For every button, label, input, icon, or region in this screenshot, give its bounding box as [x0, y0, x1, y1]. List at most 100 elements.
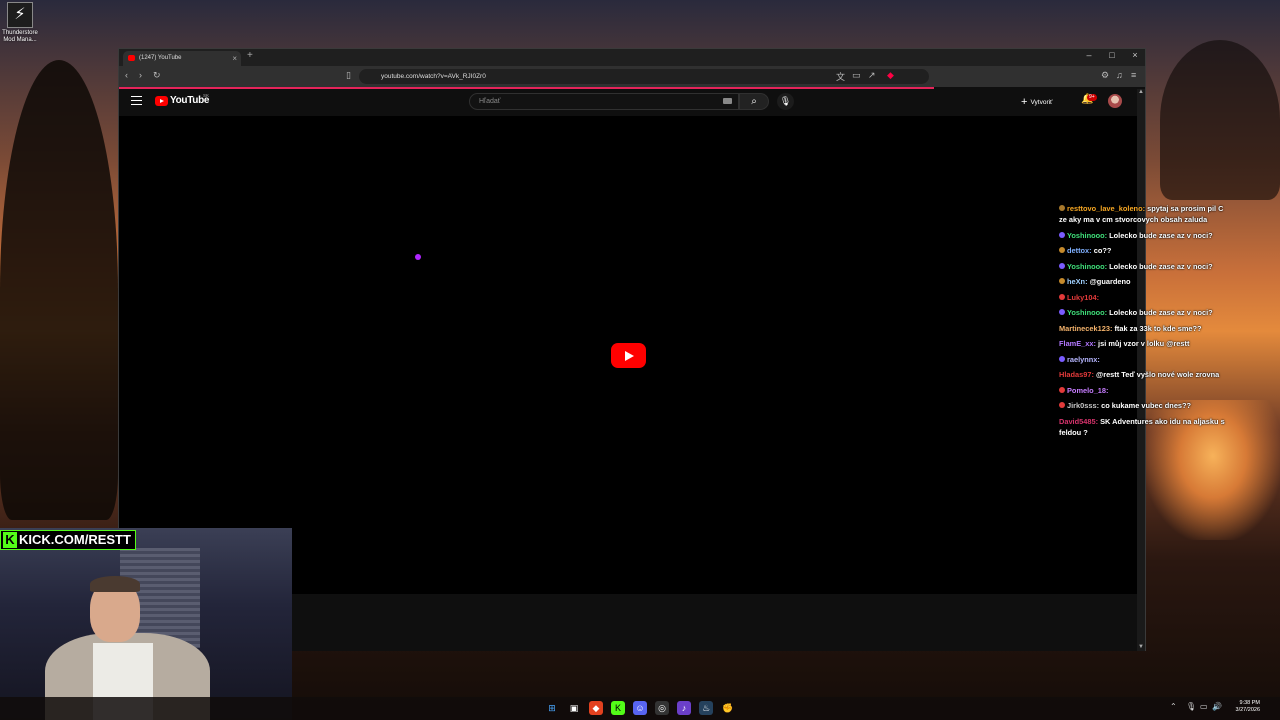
- search-placeholder: Hľadať: [479, 98, 501, 105]
- video-player[interactable]: [119, 116, 1139, 594]
- chat-message: Yoshinooo: Lolecko bude zase az v noci?: [1059, 307, 1229, 318]
- chat-badge-icon: [1059, 278, 1065, 284]
- tray-volume-icon[interactable]: 🔊: [1212, 702, 1222, 711]
- scroll-up-icon[interactable]: ▲: [1138, 89, 1144, 95]
- chat-username: heXn:: [1067, 277, 1088, 286]
- window-close-icon[interactable]: ×: [1125, 50, 1145, 60]
- guide-menu-icon[interactable]: [131, 96, 142, 105]
- youtube-header: YouTube SK Hľadať ⌕ 🎙 +Vytvoriť 🔔 9+: [119, 89, 1139, 116]
- system-clock[interactable]: 9:38 PM 3/27/2026: [1226, 700, 1260, 714]
- maximize-icon[interactable]: □: [1102, 50, 1122, 60]
- webcam-feed: [0, 528, 292, 720]
- translate-icon[interactable]: 文: [836, 70, 845, 83]
- chat-username: Pomelo_18:: [1067, 385, 1109, 395]
- clock-time: 9:38 PM: [1239, 700, 1260, 706]
- tray-mic-icon[interactable]: 🎙: [1186, 702, 1196, 711]
- chat-message: Luky104:: [1059, 292, 1229, 303]
- tray-chevron-icon[interactable]: ⌃: [1170, 702, 1177, 711]
- palm-silhouette-right: [1160, 40, 1280, 200]
- start-windows-icon[interactable]: ⊞: [545, 701, 559, 715]
- chat-text: Lolecko bude zase az v noci?: [1109, 308, 1213, 317]
- chat-message: David5485: SK Adventures ako idu na alja…: [1059, 416, 1229, 438]
- kick-app-icon[interactable]: K: [611, 701, 625, 715]
- chat-text: jsi můj vzor v lolku @restt: [1098, 339, 1190, 348]
- tab-close-icon[interactable]: ×: [232, 51, 237, 66]
- country-code: SK: [203, 93, 210, 98]
- browser-toolbar: ‹ › ↻ ▯ youtube.com/watch?v=AVk_RJI0Zr0 …: [119, 66, 1145, 87]
- voice-search-button[interactable]: 🎙: [777, 93, 794, 110]
- forward-icon[interactable]: ›: [139, 70, 142, 80]
- kick-logo-icon: K: [3, 532, 17, 548]
- chat-message: Yoshinooo: Lolecko bude zase az v noci?: [1059, 261, 1229, 272]
- scroll-down-icon[interactable]: ▼: [1138, 644, 1144, 650]
- riot-client-icon[interactable]: ✊: [721, 701, 735, 715]
- chat-message: resttovo_lave_koleno: spytaj sa prosim p…: [1059, 203, 1229, 225]
- tray-monitor-icon[interactable]: ▭: [1200, 702, 1208, 711]
- chat-badge-icon: [1059, 402, 1065, 408]
- chat-username: Hladas97:: [1059, 370, 1094, 379]
- chat-username: David5485:: [1059, 416, 1099, 426]
- chat-text: ftak za 33k to kde sme??: [1114, 323, 1202, 333]
- url-text: youtube.com/watch?v=AVk_RJI0Zr0: [381, 73, 486, 80]
- chat-message: FlamE_xx: jsi můj vzor v lolku @restt: [1059, 338, 1229, 349]
- twitch-app-icon[interactable]: ♪: [677, 701, 691, 715]
- chat-message: raelynnx:: [1059, 354, 1229, 365]
- chat-message: Pomelo_18:: [1059, 385, 1229, 396]
- chat-message: heXn: @guardeno: [1059, 276, 1229, 287]
- search-icon: ⌕: [751, 96, 757, 107]
- search-input[interactable]: Hľadať: [469, 93, 739, 110]
- search-button[interactable]: ⌕: [739, 93, 769, 110]
- chat-username: Yoshinooo:: [1067, 230, 1108, 240]
- chat-message: Jirk0sss: co kukame vubec dnes??: [1059, 400, 1229, 411]
- task-view-icon[interactable]: ▣: [567, 701, 581, 715]
- bookmark-icon[interactable]: ▯: [346, 70, 351, 81]
- back-icon[interactable]: ‹: [125, 70, 128, 80]
- kick-channel-text: KICK.COM/RESTT: [19, 532, 131, 547]
- menu-icon[interactable]: ≡: [1131, 70, 1136, 80]
- create-button[interactable]: + Vytvoriť: [1021, 95, 1053, 109]
- kick-channel-label: K KICK.COM/RESTT: [0, 530, 136, 550]
- chat-message: dettox: co??: [1059, 245, 1229, 256]
- steam-icon[interactable]: ♨: [699, 701, 713, 715]
- brave-shield-icon[interactable]: ◆: [887, 70, 894, 81]
- chat-badge-icon: [1059, 247, 1065, 253]
- reader-icon[interactable]: ▭: [852, 70, 861, 81]
- tab-title: (1247) YouTube: [139, 55, 182, 61]
- chat-message: Yoshinooo: Lolecko bude zase az v noci?: [1059, 230, 1229, 241]
- desktop-icon-thunderstore[interactable]: ⚡ Thunderstore Mod Mana...: [0, 2, 40, 44]
- microphone-icon: 🎙: [779, 96, 792, 106]
- chat-username: resttovo_lave_koleno:: [1067, 204, 1146, 213]
- media-icon[interactable]: ♫: [1116, 70, 1123, 80]
- clock-date: 3/27/2026: [1235, 707, 1260, 713]
- stream-chat-overlay: resttovo_lave_koleno: spytaj sa prosim p…: [1059, 203, 1229, 442]
- chat-badge-icon: [1059, 355, 1065, 362]
- account-avatar[interactable]: [1108, 94, 1122, 108]
- share-icon[interactable]: ↗: [868, 70, 876, 81]
- tab-bar: (1247) YouTube × + – □ ×: [119, 49, 1145, 66]
- chat-badge-icon: [1059, 205, 1065, 211]
- chat-badge-icon: [1059, 231, 1065, 238]
- new-tab-button[interactable]: +: [247, 50, 253, 61]
- chat-username: Martinecek123:: [1059, 323, 1113, 333]
- obs-icon[interactable]: ◎: [655, 701, 669, 715]
- reload-icon[interactable]: ↻: [153, 70, 161, 81]
- notification-badge: 9+: [1087, 94, 1097, 101]
- chat-badge-icon: [1059, 309, 1065, 315]
- extensions-icon[interactable]: ⚙: [1101, 70, 1109, 81]
- chat-username: Luky104:: [1067, 292, 1100, 302]
- youtube-logo-icon[interactable]: [155, 96, 168, 106]
- minimize-icon[interactable]: –: [1079, 50, 1099, 60]
- keyboard-icon[interactable]: [723, 98, 732, 104]
- desktop-icon-label: Thunderstore Mod Mana...: [2, 30, 38, 43]
- chat-text: co??: [1093, 246, 1112, 255]
- chat-username: Yoshinooo:: [1067, 261, 1108, 271]
- chat-text: @guardeno: [1089, 277, 1131, 286]
- brave-browser-icon[interactable]: ◆: [589, 701, 603, 715]
- tab-youtube[interactable]: (1247) YouTube ×: [123, 51, 241, 66]
- chat-badge-icon: [1059, 262, 1065, 269]
- chat-username: Jirk0sss:: [1067, 401, 1100, 410]
- discord-icon[interactable]: ☺: [633, 701, 647, 715]
- taskbar: ⊞ ▣ ◆ K ☺ ◎ ♪ ♨ ✊ ⌃ 🎙 ▭ 🔊 9:38 PM 3/27/2…: [0, 697, 1280, 720]
- chat-badge-icon: [1059, 293, 1065, 300]
- large-play-button[interactable]: [611, 343, 646, 368]
